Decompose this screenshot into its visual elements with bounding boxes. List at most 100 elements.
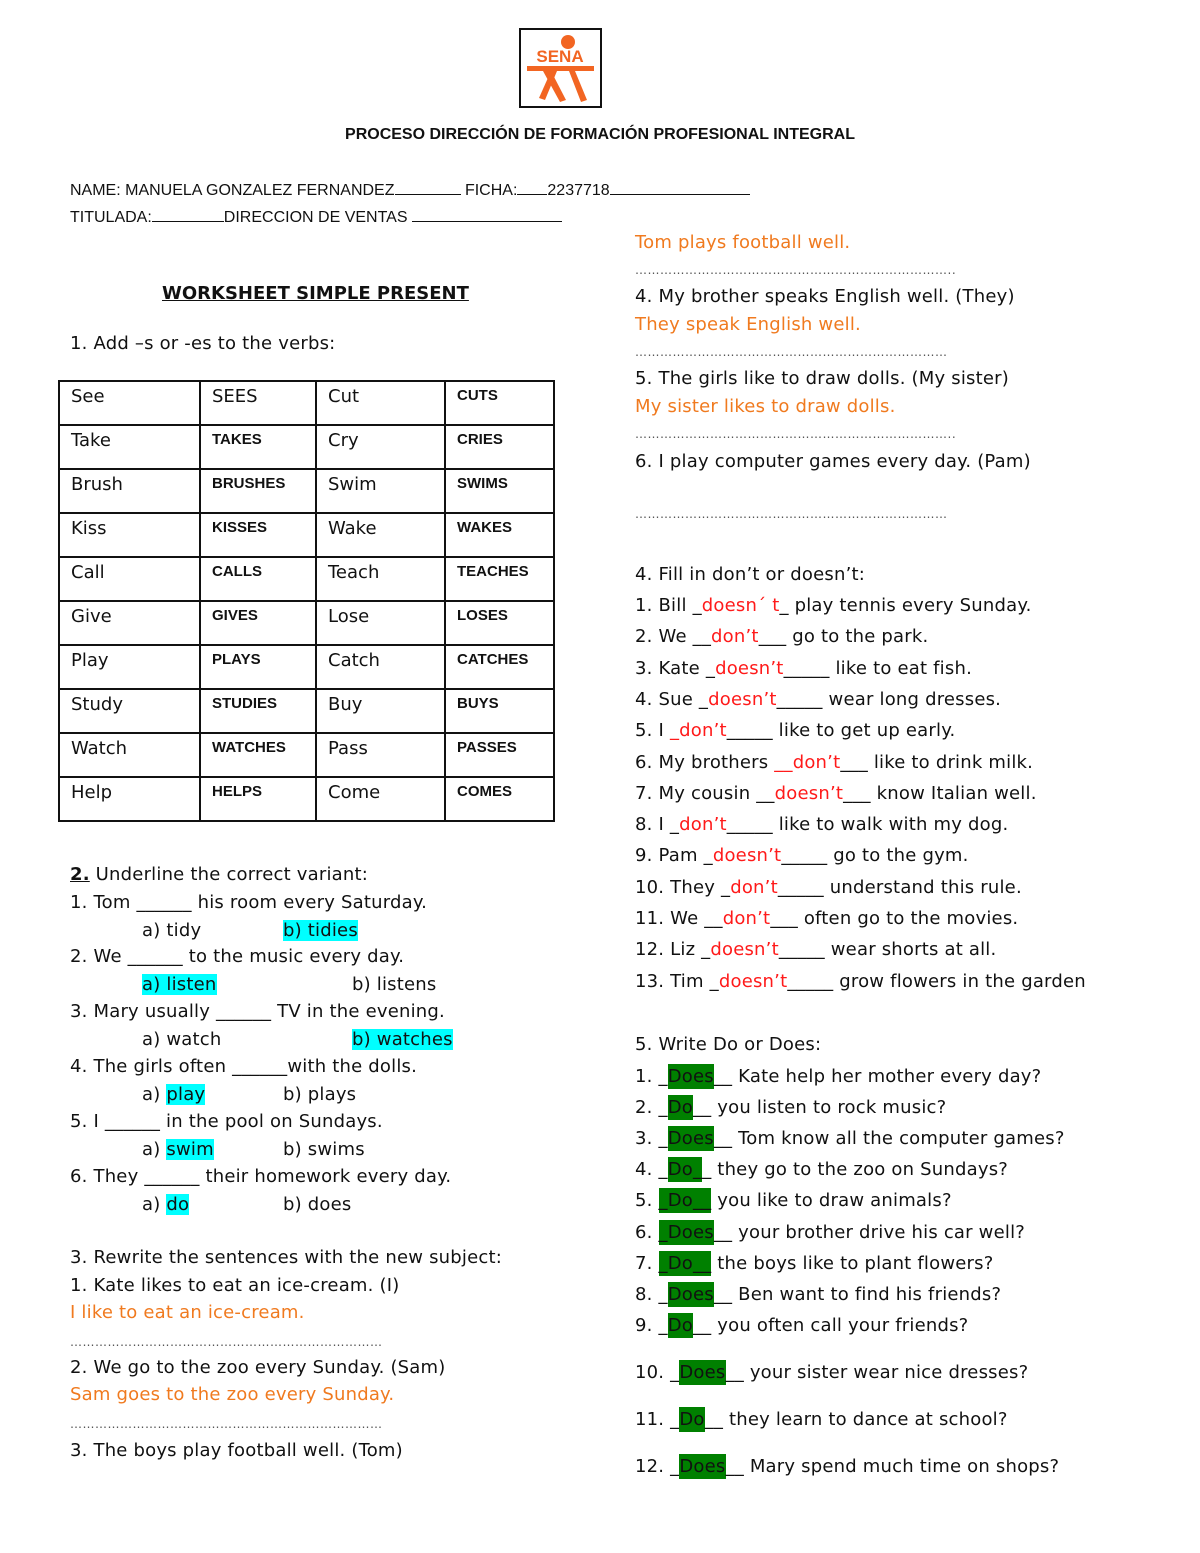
rewrite-answer[interactable]: I like to eat an ice-cream. bbox=[70, 1302, 305, 1323]
answer-dont-doesnt[interactable]: doesn’t bbox=[710, 939, 778, 960]
option-a[interactable]: a) watch bbox=[142, 1029, 222, 1050]
titulada-value[interactable]: DIRECCION DE VENTAS bbox=[224, 209, 408, 226]
item-prefix: 2. We __ bbox=[635, 626, 712, 648]
process-title: PROCESO DIRECCIÓN DE FORMACIÓN PROFESION… bbox=[345, 126, 855, 143]
answer-dont-doesnt[interactable]: don’t bbox=[679, 814, 727, 835]
verb-cell: Study bbox=[58, 688, 201, 734]
answer-do-does[interactable]: Do bbox=[667, 1095, 693, 1120]
answer-do-does[interactable]: Do bbox=[667, 1313, 693, 1338]
rewrite-answer[interactable]: Tom plays football well. bbox=[635, 232, 850, 253]
answer-cell[interactable]: STUDIES bbox=[199, 688, 317, 734]
item-suffix: ___ like to drink milk. bbox=[840, 751, 1034, 773]
answer-cell[interactable]: PASSES bbox=[444, 732, 555, 778]
answer-dotted-line: ………………………………………………………………….. bbox=[635, 427, 957, 441]
answer-do-does[interactable]: Does bbox=[667, 1126, 714, 1151]
answer-cell[interactable]: BUYS bbox=[444, 688, 555, 734]
answer-cell[interactable]: WAKES bbox=[444, 512, 555, 558]
verb-cell: Wake bbox=[315, 512, 446, 558]
answer-cell[interactable]: TEACHES bbox=[444, 556, 555, 602]
item-suffix: _____ like to get up early. bbox=[726, 720, 956, 742]
answer-do-does[interactable]: Does bbox=[667, 1064, 714, 1089]
option-b-text: b) tidies bbox=[283, 920, 358, 941]
verb-cell: Take bbox=[58, 424, 201, 470]
item-suffix: _____ go to the gym. bbox=[781, 845, 969, 867]
option-b[interactable]: b) listens bbox=[352, 974, 436, 995]
verb-cell: Give bbox=[58, 600, 201, 646]
answer-dont-doesnt[interactable]: don’t bbox=[723, 908, 771, 929]
answer-cell[interactable]: LOSES bbox=[444, 600, 555, 646]
answer-dont-doesnt[interactable]: don’t bbox=[730, 877, 778, 898]
answer-do-does[interactable]: Does bbox=[679, 1454, 726, 1479]
item-number: 1. _ bbox=[635, 1066, 668, 1087]
option-b[interactable]: b) swims bbox=[283, 1139, 365, 1160]
answer-do-does[interactable]: _Do__ bbox=[658, 1188, 712, 1213]
question: 6. They ______ their homework every day. bbox=[70, 1166, 452, 1187]
rewrite-answer[interactable]: They speak English well. bbox=[635, 314, 861, 335]
answer-do-does[interactable]: Do_ bbox=[667, 1157, 703, 1182]
verb-row: Brush BRUSHES Swim SWIMS bbox=[58, 468, 555, 514]
item-number: 11. _ bbox=[635, 1409, 680, 1430]
ficha-value[interactable]: 2237718 bbox=[547, 182, 609, 199]
do-does-item: 9. _Do__ you often call your friends? bbox=[635, 1313, 968, 1338]
verb-cell: Call bbox=[58, 556, 201, 602]
answer-dont-doesnt[interactable]: doesn’t bbox=[719, 971, 787, 992]
item-prefix: 10. They _ bbox=[635, 876, 731, 898]
name-value[interactable]: MANUELA GONZALEZ FERNANDEZ bbox=[125, 182, 394, 199]
fill-in-item: 11. We __don’t___ often go to the movies… bbox=[635, 908, 1018, 929]
item-number: 8. _ bbox=[635, 1284, 668, 1305]
answer-dont-doesnt[interactable]: doesn’t bbox=[775, 783, 843, 804]
verb-row: Watch WATCHES Pass PASSES bbox=[58, 732, 555, 778]
answer-cell[interactable]: PLAYS bbox=[199, 644, 317, 690]
option-a-text: a) listen bbox=[142, 974, 217, 995]
answer-do-does[interactable]: Does bbox=[667, 1282, 714, 1307]
answer-do-does[interactable]: Do bbox=[679, 1407, 705, 1432]
option-a[interactable]: a) swim bbox=[142, 1139, 214, 1160]
question: 4. The girls often ______with the dolls. bbox=[70, 1056, 418, 1077]
answer-cell[interactable]: CUTS bbox=[444, 380, 555, 426]
fill-in-item: 9. Pam _doesn’t_____ go to the gym. bbox=[635, 845, 969, 866]
option-b[interactable]: b) does bbox=[283, 1194, 351, 1215]
answer-cell[interactable]: SEES bbox=[199, 380, 317, 426]
answer-cell[interactable]: GIVES bbox=[199, 600, 317, 646]
answer-cell[interactable]: HELPS bbox=[199, 776, 317, 822]
answer-do-does[interactable]: Does bbox=[679, 1360, 726, 1385]
option-a[interactable]: a) listen bbox=[142, 974, 217, 995]
answer-dont-doesnt[interactable]: __don’t bbox=[774, 752, 840, 773]
rewrite-answer[interactable]: My sister likes to draw dolls. bbox=[635, 396, 896, 417]
option-a-prefix: a) bbox=[142, 1084, 167, 1105]
answer-dont-doesnt[interactable]: doesn’t bbox=[715, 658, 783, 679]
answer-cell[interactable]: BRUSHES bbox=[199, 468, 317, 514]
option-b[interactable]: b) watches bbox=[352, 1029, 453, 1050]
verb-cell: Buy bbox=[315, 688, 446, 734]
verb-row: Give GIVES Lose LOSES bbox=[58, 600, 555, 646]
answer-cell[interactable]: CATCHES bbox=[444, 644, 555, 690]
answer-do-does[interactable]: _Do__ bbox=[658, 1251, 712, 1276]
item-number: 7. bbox=[635, 1253, 659, 1274]
rewrite-answer[interactable]: Sam goes to the zoo every Sunday. bbox=[70, 1384, 394, 1405]
option-a[interactable]: a) play bbox=[142, 1084, 206, 1105]
verb-cell: Kiss bbox=[58, 512, 201, 558]
answer-cell[interactable]: CALLS bbox=[199, 556, 317, 602]
verb-cell: Cut bbox=[315, 380, 446, 426]
option-b[interactable]: b) tidies bbox=[283, 920, 358, 941]
option-a[interactable]: a) tidy bbox=[142, 920, 201, 941]
answer-dont-doesnt[interactable]: _don’t bbox=[670, 720, 727, 741]
answer-cell[interactable]: SWIMS bbox=[444, 468, 555, 514]
option-a[interactable]: a) do bbox=[142, 1194, 190, 1215]
answer-dont-doesnt[interactable]: doesn’t bbox=[713, 845, 781, 866]
answer-dont-doesnt[interactable]: don’t bbox=[711, 626, 759, 647]
option-b[interactable]: b) plays bbox=[283, 1084, 356, 1105]
answer-cell[interactable]: COMES bbox=[444, 776, 555, 822]
section5-title: 5. Write Do or Does: bbox=[635, 1034, 822, 1055]
answer-do-does[interactable]: _Does bbox=[658, 1220, 714, 1245]
answer-dont-doesnt[interactable]: doesn´ t bbox=[702, 595, 780, 616]
option-a-text: a) watch bbox=[142, 1029, 222, 1050]
item-suffix: _____ like to eat fish. bbox=[783, 657, 972, 679]
answer-cell[interactable]: KISSES bbox=[199, 512, 317, 558]
answer-dont-doesnt[interactable]: doesn’t bbox=[708, 689, 776, 710]
answer-cell[interactable]: CRIES bbox=[444, 424, 555, 470]
item-question: _ they go to the zoo on Sundays? bbox=[702, 1159, 1009, 1180]
fill-in-item: 8. I _don’t_____ like to walk with my do… bbox=[635, 814, 1008, 835]
answer-cell[interactable]: WATCHES bbox=[199, 732, 317, 778]
answer-cell[interactable]: TAKES bbox=[199, 424, 317, 470]
